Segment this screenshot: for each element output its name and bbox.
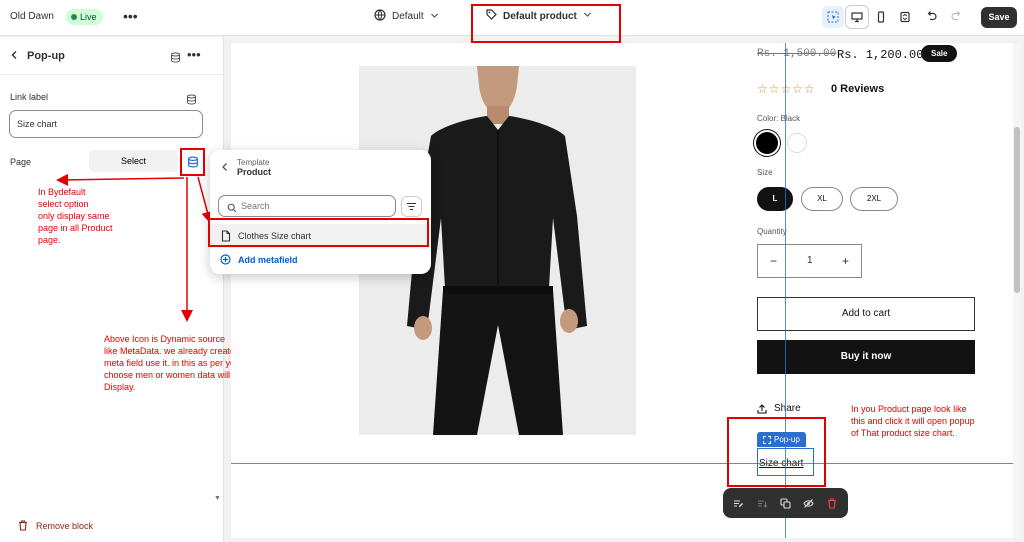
search-field[interactable] — [218, 195, 396, 217]
share-button[interactable]: Share — [757, 403, 801, 414]
preview-scrollbar[interactable] — [1013, 43, 1021, 538]
alignment-guide-horizontal — [231, 463, 1021, 464]
share-label: Share — [774, 403, 801, 414]
size-option-l[interactable]: L — [757, 187, 793, 211]
arrow-to-popover — [197, 176, 214, 224]
annotation-box-size-chart — [727, 417, 826, 487]
storefront-preview: Rs. 1,500.00 Rs. 1,200.00 Sale ☆☆☆☆☆ 0 R… — [231, 43, 1021, 538]
filter-button[interactable] — [401, 196, 422, 217]
color-swatch-white[interactable] — [787, 133, 807, 153]
dynamic-source-popover: Template Product Clothes Size chart Add … — [210, 150, 431, 274]
add-metafield-button[interactable]: Add metafield — [220, 254, 298, 265]
size-option-2xl[interactable]: 2XL — [850, 187, 898, 211]
quantity-label: Quantity — [757, 227, 787, 236]
annotation-note-default: In Bydefault select option only display … — [38, 187, 113, 245]
size-label: Size — [757, 168, 773, 177]
color-label: Color: Black — [757, 114, 801, 123]
color-swatch-black[interactable] — [756, 132, 778, 154]
search-input[interactable] — [241, 199, 391, 213]
arrow-to-note1 — [56, 173, 185, 186]
sale-badge: Sale — [921, 45, 958, 62]
block-floating-toolbar — [723, 488, 848, 518]
plus-circle-icon — [220, 254, 231, 265]
rating-stars: ☆☆☆☆☆ — [757, 82, 816, 96]
quantity-decrease-button[interactable]: − — [770, 254, 777, 268]
scroll-thumb[interactable] — [1014, 127, 1020, 293]
quantity-value[interactable]: 1 — [807, 255, 813, 266]
add-metafield-label: Add metafield — [238, 254, 298, 265]
annotation-note-dynamic-source: Above Icon is Dynamic source like MetaDa… — [104, 334, 243, 392]
sale-price: Rs. 1,200.00 — [837, 48, 924, 62]
back-arrow-icon[interactable] — [221, 162, 229, 175]
delete-icon[interactable] — [823, 494, 841, 512]
edit-text-icon[interactable] — [730, 494, 748, 512]
popover-title: Product — [237, 167, 272, 177]
share-icon — [757, 403, 767, 414]
annotation-box-size-chart-option — [208, 218, 429, 247]
quantity-stepper: − 1 + — [757, 244, 862, 278]
filter-icon — [407, 202, 416, 211]
add-to-cart-button[interactable]: Add to cart — [757, 297, 975, 331]
buy-now-button[interactable]: Buy it now — [757, 340, 975, 374]
quantity-increase-button[interactable]: + — [842, 254, 849, 268]
annotation-note-product-page: In you Product page look like this and c… — [851, 404, 975, 438]
size-option-xl[interactable]: XL — [801, 187, 843, 211]
move-down-icon[interactable] — [753, 494, 771, 512]
compare-at-price: Rs. 1,500.00 — [757, 48, 837, 60]
popover-overline: Template — [237, 158, 270, 167]
hide-icon[interactable] — [800, 494, 818, 512]
reviews-count[interactable]: 0 Reviews — [831, 83, 884, 95]
duplicate-icon[interactable] — [776, 494, 794, 512]
search-icon — [227, 200, 237, 218]
